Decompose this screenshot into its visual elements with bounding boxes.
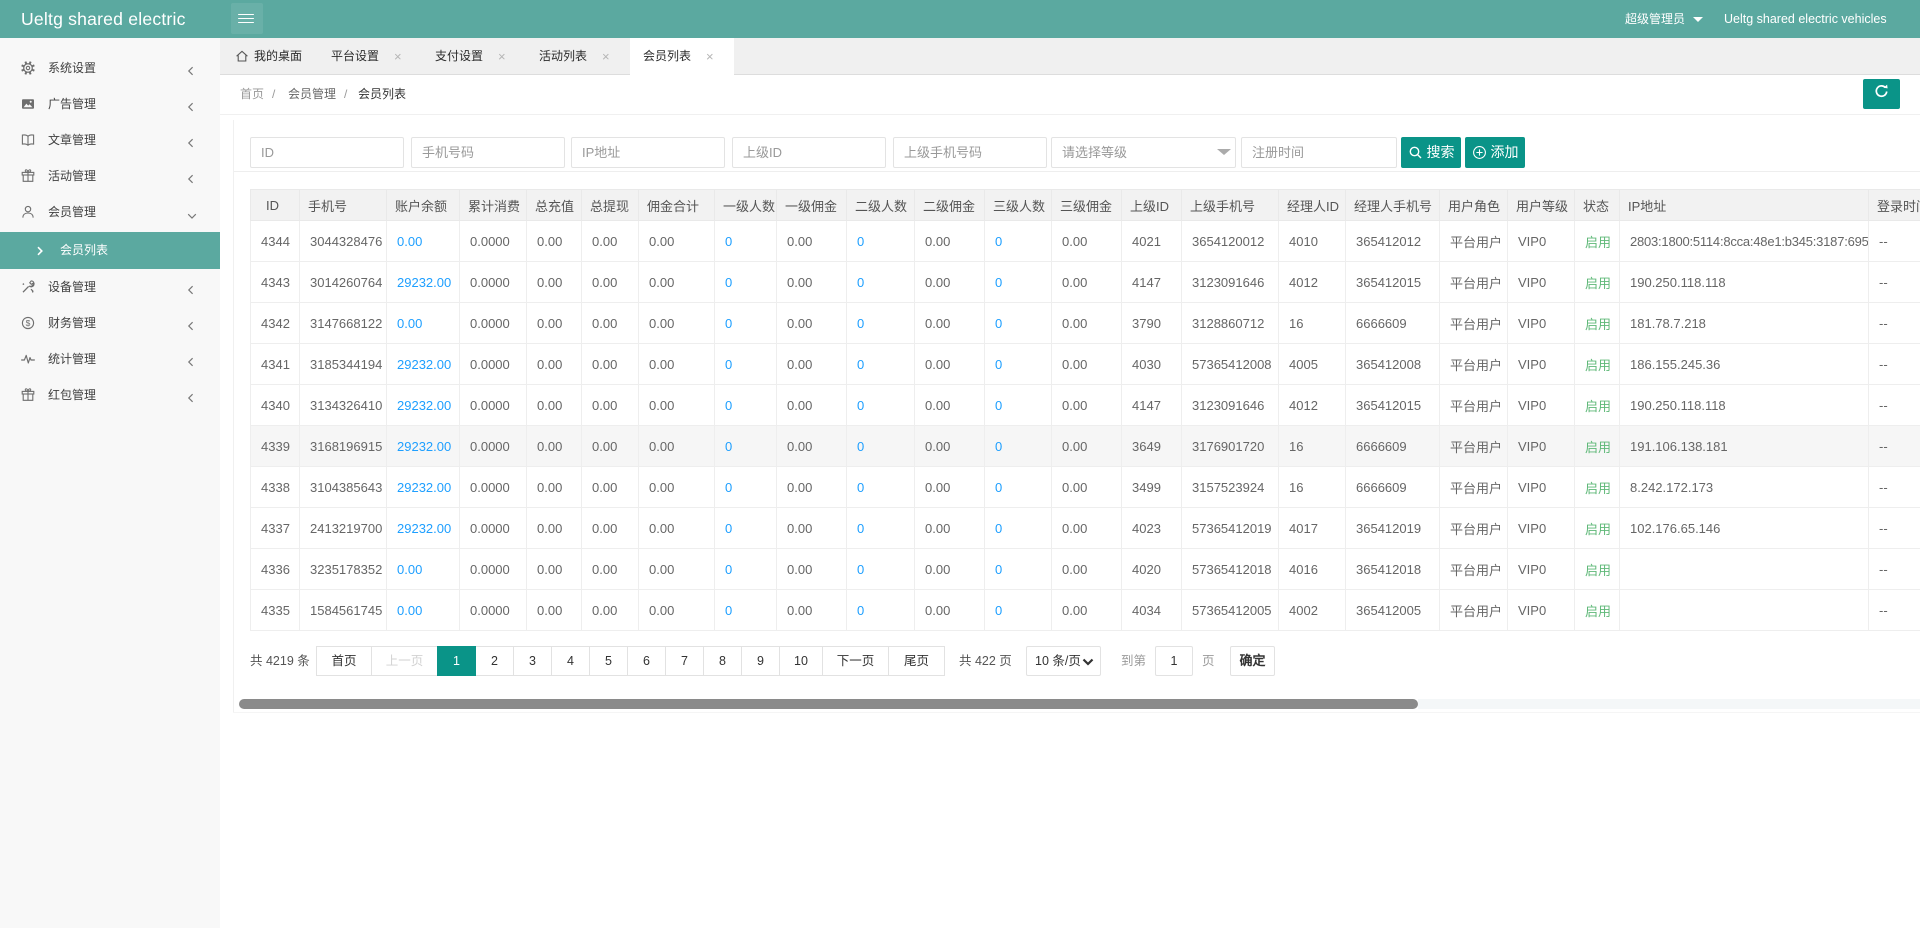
svg-text:$: $ bbox=[26, 318, 31, 328]
